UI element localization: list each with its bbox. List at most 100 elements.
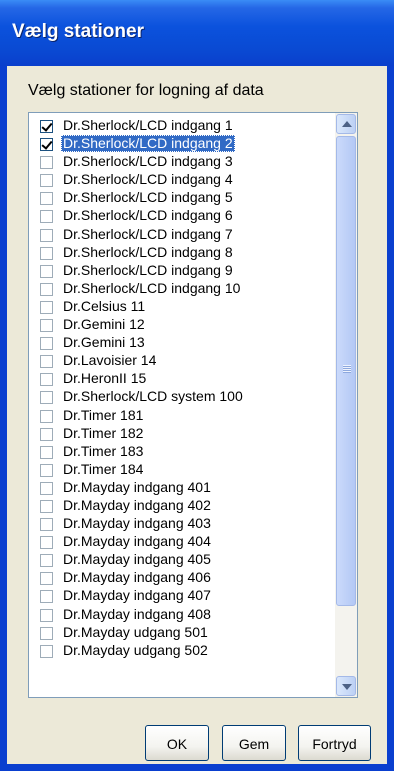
station-checkbox[interactable] — [40, 391, 53, 405]
station-item[interactable]: Dr.Sherlock/LCD indgang 3 — [29, 153, 335, 171]
station-item[interactable]: Dr.Gemini 12 — [29, 316, 335, 334]
station-checkbox[interactable] — [40, 138, 53, 152]
station-label: Dr.Timer 183 — [63, 442, 144, 459]
station-item[interactable]: Dr.Timer 183 — [29, 443, 335, 461]
station-checklist[interactable]: Dr.Sherlock/LCD indgang 1 Dr.Sherlock/LCD… — [28, 112, 358, 698]
station-item[interactable]: Dr.Timer 182 — [29, 425, 335, 443]
station-label: Dr.Sherlock/LCD indgang 8 — [63, 243, 233, 260]
station-label: Dr.Mayday indgang 407 — [63, 587, 211, 604]
station-item[interactable]: Dr.Mayday indgang 401 — [29, 479, 335, 497]
station-label: Dr.Mayday indgang 403 — [63, 515, 211, 532]
station-checkbox[interactable] — [40, 355, 53, 369]
vertical-scrollbar[interactable] — [335, 113, 357, 697]
station-item[interactable]: Dr.Timer 184 — [29, 461, 335, 479]
station-item[interactable]: Dr.Gemini 13 — [29, 334, 335, 352]
station-checkbox[interactable] — [40, 626, 53, 640]
station-checkbox[interactable] — [40, 572, 53, 586]
station-label: Dr.Lavoisier 14 — [63, 352, 157, 369]
station-checkbox[interactable] — [40, 120, 53, 133]
station-item[interactable]: Dr.Sherlock/LCD system 100 — [29, 388, 335, 406]
station-checkbox[interactable] — [40, 319, 53, 333]
station-item[interactable]: Dr.Mayday indgang 405 — [29, 551, 335, 569]
station-item[interactable]: Dr.Sherlock/LCD indgang 7 — [29, 226, 335, 244]
station-checkbox[interactable] — [40, 445, 53, 459]
station-item[interactable]: Dr.Mayday udgang 501 — [29, 624, 335, 642]
station-checkbox[interactable] — [40, 499, 53, 513]
station-label: Dr.Gemini 12 — [63, 316, 145, 333]
station-rows: Dr.Sherlock/LCD indgang 1 Dr.Sherlock/LCD… — [29, 117, 335, 660]
station-item[interactable]: Dr.Sherlock/LCD indgang 10 — [29, 280, 335, 298]
station-label: Dr.Timer 184 — [63, 460, 144, 477]
station-item[interactable]: Dr.Mayday indgang 403 — [29, 515, 335, 533]
station-label: Dr.Mayday indgang 408 — [63, 605, 211, 622]
station-label: Dr.Mayday indgang 406 — [63, 569, 211, 586]
station-checkbox[interactable] — [40, 264, 53, 278]
station-checkbox[interactable] — [40, 608, 53, 622]
station-item[interactable]: Dr.Mayday indgang 402 — [29, 497, 335, 515]
station-checkbox[interactable] — [40, 536, 53, 550]
station-item[interactable]: Dr.Sherlock/LCD indgang 4 — [29, 171, 335, 189]
station-label: Dr.Timer 181 — [63, 406, 144, 423]
station-label: Dr.Celsius 11 — [63, 297, 146, 314]
station-checkbox[interactable] — [40, 518, 53, 532]
station-label: Dr.Mayday indgang 405 — [63, 551, 211, 568]
station-checkbox[interactable] — [40, 427, 53, 441]
arrow-up-icon — [342, 121, 352, 127]
grip-icon — [343, 365, 351, 373]
station-checkbox[interactable] — [40, 481, 53, 495]
station-item[interactable]: Dr.Celsius 11 — [29, 298, 335, 316]
station-item[interactable]: Dr.Lavoisier 14 — [29, 352, 335, 370]
ok-button[interactable]: OK — [145, 725, 209, 761]
station-checkbox[interactable] — [40, 210, 53, 224]
station-checkbox[interactable] — [40, 246, 53, 260]
station-label: Dr.Sherlock/LCD indgang 3 — [63, 153, 233, 170]
station-checkbox[interactable] — [40, 228, 53, 242]
station-label: Dr.Sherlock/LCD indgang 5 — [63, 189, 233, 206]
station-checkbox[interactable] — [40, 282, 53, 296]
station-item[interactable]: Dr.Sherlock/LCD indgang 1 — [29, 117, 335, 135]
station-label: Dr.Sherlock/LCD system 100 — [63, 388, 243, 405]
station-item[interactable]: Dr.Mayday indgang 406 — [29, 569, 335, 587]
station-item[interactable]: Dr.Sherlock/LCD indgang 6 — [29, 207, 335, 225]
station-label: Dr.Sherlock/LCD indgang 10 — [63, 279, 241, 296]
save-button[interactable]: Gem — [222, 725, 286, 761]
station-checkbox[interactable] — [40, 554, 53, 568]
station-checkbox[interactable] — [40, 174, 53, 188]
arrow-down-icon — [342, 684, 352, 690]
station-label: Dr.Mayday indgang 402 — [63, 496, 211, 513]
station-label: Dr.Mayday udgang 501 — [63, 623, 208, 640]
station-item[interactable]: Dr.Sherlock/LCD indgang 2 — [29, 135, 335, 153]
station-label: Dr.Sherlock/LCD indgang 4 — [63, 171, 233, 188]
station-label: Dr.Mayday indgang 401 — [63, 478, 211, 495]
station-item[interactable]: Dr.Sherlock/LCD indgang 5 — [29, 189, 335, 207]
station-checkbox[interactable] — [40, 373, 53, 387]
station-checkbox[interactable] — [40, 337, 53, 351]
scroll-up-button[interactable] — [336, 114, 356, 134]
station-item[interactable]: Dr.Sherlock/LCD indgang 8 — [29, 244, 335, 262]
station-checkbox[interactable] — [40, 409, 53, 423]
station-checkbox[interactable] — [40, 463, 53, 477]
station-label: Dr.Sherlock/LCD indgang 2 — [61, 135, 235, 153]
station-label: Dr.Gemini 13 — [63, 334, 145, 351]
station-item[interactable]: Dr.Mayday indgang 408 — [29, 606, 335, 624]
station-checkbox[interactable] — [40, 590, 53, 604]
cancel-button[interactable]: Fortryd — [298, 725, 371, 761]
station-label: Dr.Mayday indgang 404 — [63, 533, 211, 550]
station-checkbox[interactable] — [40, 644, 53, 658]
station-item[interactable]: Dr.Mayday indgang 407 — [29, 587, 335, 605]
station-checkbox[interactable] — [40, 300, 53, 314]
station-item[interactable]: Dr.Mayday indgang 404 — [29, 533, 335, 551]
window-title: Vælg stationer — [12, 21, 144, 42]
title-bar[interactable]: Vælg stationer — [0, 0, 394, 66]
scroll-down-button[interactable] — [336, 676, 356, 696]
station-label: Dr.Mayday udgang 502 — [63, 641, 208, 658]
station-label: Dr.Sherlock/LCD indgang 1 — [63, 117, 233, 133]
station-label: Dr.Sherlock/LCD indgang 7 — [63, 225, 233, 242]
scroll-thumb[interactable] — [336, 136, 356, 606]
station-item[interactable]: Dr.Sherlock/LCD indgang 9 — [29, 262, 335, 280]
station-checkbox[interactable] — [40, 156, 53, 170]
station-item[interactable]: Dr.Timer 181 — [29, 407, 335, 425]
station-item[interactable]: Dr.Mayday udgang 502 — [29, 642, 335, 660]
station-checkbox[interactable] — [40, 192, 53, 206]
station-item[interactable]: Dr.HeronII 15 — [29, 370, 335, 388]
